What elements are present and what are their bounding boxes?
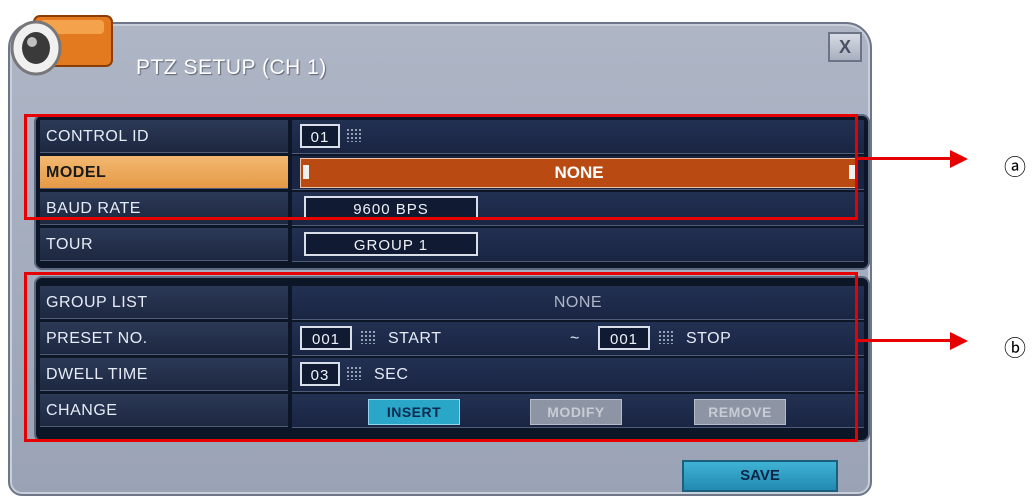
save-button[interactable]: SAVE — [682, 460, 838, 492]
camera-icon — [10, 15, 113, 76]
tour-row: TOUR GROUP 1 — [40, 228, 864, 264]
callout-label-b: ⓑ — [1004, 337, 1027, 362]
dialog-title: PTZ SETUP (CH 1) — [136, 56, 327, 79]
callout-arrow-b-icon — [950, 332, 968, 350]
title-bar: PTZ SETUP (CH 1) X — [10, 15, 870, 88]
tour-cell: GROUP 1 — [292, 228, 864, 262]
tour-select[interactable]: GROUP 1 — [304, 232, 478, 256]
callout-box-a — [24, 114, 858, 220]
callout-arrow-a-line — [858, 157, 952, 160]
tour-label: TOUR — [40, 228, 288, 261]
close-button[interactable]: X — [828, 32, 862, 62]
callout-box-b — [24, 272, 858, 442]
callout-arrow-a-icon — [950, 150, 968, 168]
callout-label-a: ⓐ — [1004, 156, 1027, 181]
callout-arrow-b-line — [858, 339, 952, 342]
